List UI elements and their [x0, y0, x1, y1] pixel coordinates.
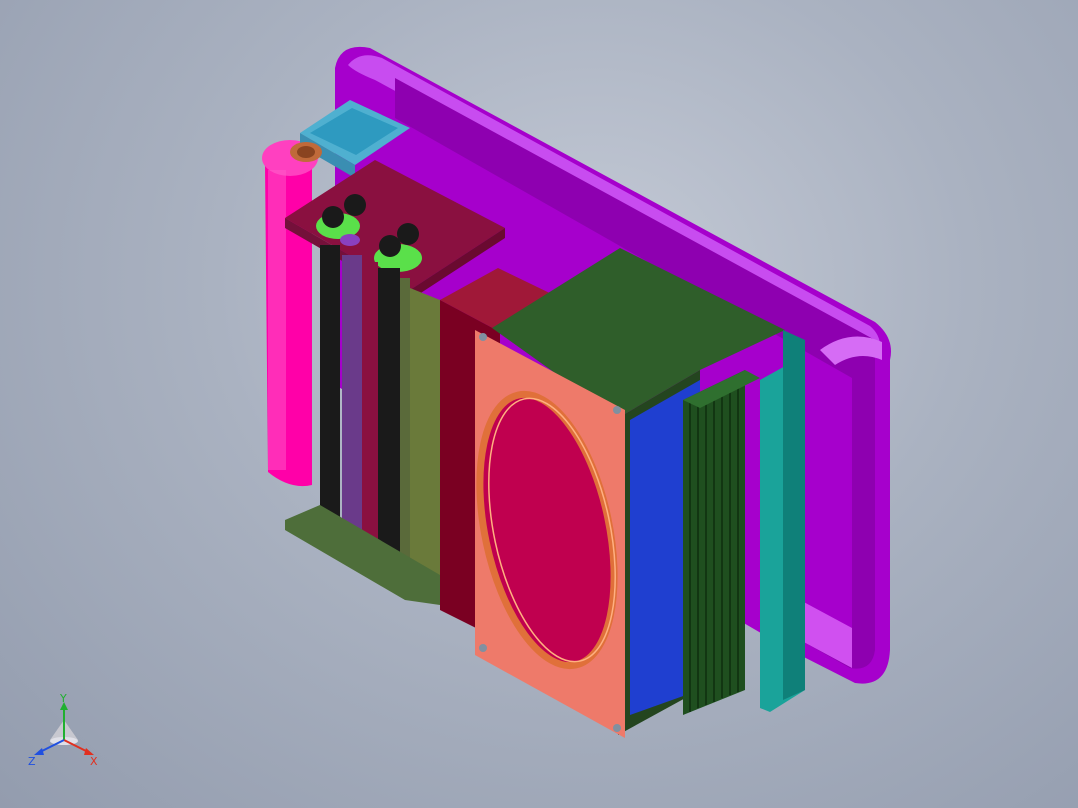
cad-viewport[interactable]: Y X Z	[0, 0, 1078, 808]
z-axis-label: Z	[28, 755, 36, 768]
pink-roller[interactable]	[262, 140, 318, 487]
y-axis-label: Y	[59, 692, 67, 705]
3d-model[interactable]	[0, 0, 1078, 808]
x-axis-label: X	[90, 755, 98, 768]
x-axis-arrow	[63, 739, 94, 755]
z-axis-arrow	[34, 739, 65, 755]
teal-side-plate[interactable]	[760, 330, 805, 712]
coordinate-triad[interactable]: Y X Z	[22, 692, 112, 772]
